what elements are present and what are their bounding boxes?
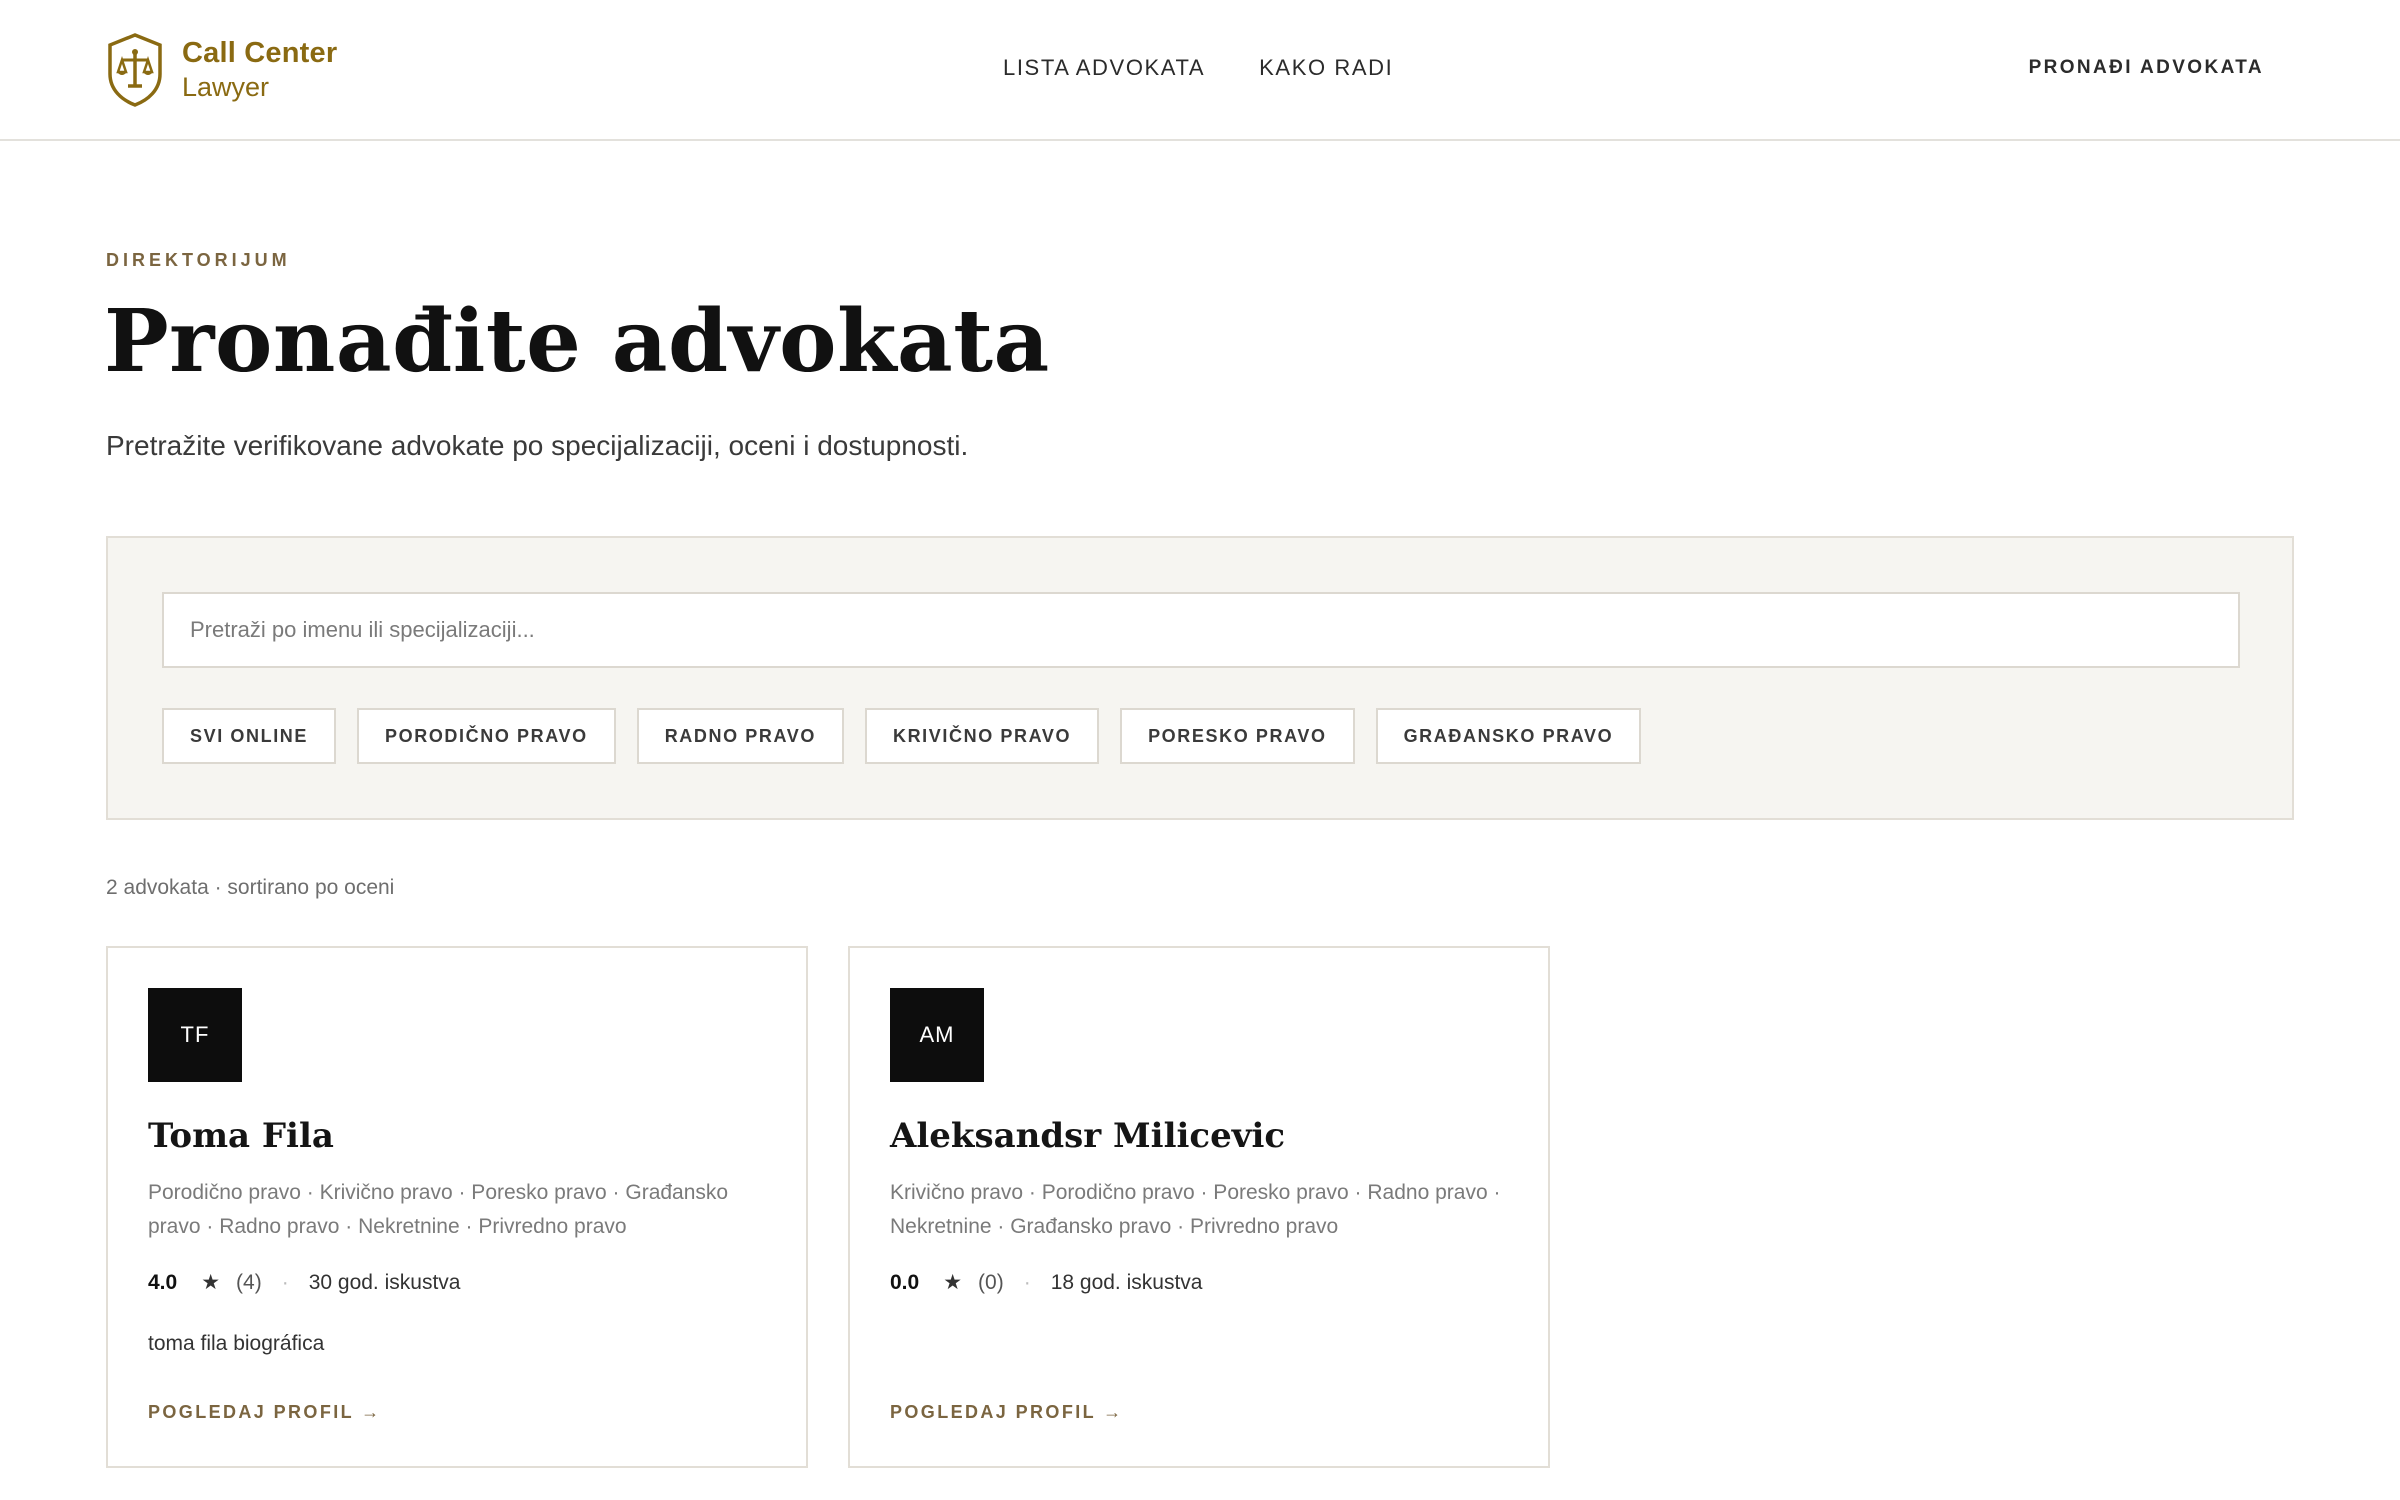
meta-separator: · xyxy=(281,1270,289,1294)
review-count: (0) xyxy=(978,1270,1004,1294)
scales-shield-icon xyxy=(108,33,162,107)
star-icon: ★ xyxy=(201,1271,221,1294)
site-header: Call Center Lawyer LISTA ADVOKATA KAKO R… xyxy=(0,0,2400,141)
filter-chips: SVI ONLINE PORODIČNO PRAVO RADNO PRAVO K… xyxy=(162,708,1662,764)
search-input[interactable] xyxy=(162,592,2240,668)
lawyer-meta: 0.0 ★ (0) · 18 god. iskustva xyxy=(890,1270,1202,1295)
nav-link-kako-radi[interactable]: KAKO RADI xyxy=(1259,54,1393,82)
rating-value: 4.0 xyxy=(148,1270,178,1294)
nav-link-lista-advokata[interactable]: LISTA ADVOKATA xyxy=(1003,54,1205,82)
find-lawyer-button[interactable]: PRONAĐI ADVOKATA xyxy=(2029,56,2264,80)
experience-years: 30 god. iskustva xyxy=(308,1270,461,1294)
search-panel: SVI ONLINE PORODIČNO PRAVO RADNO PRAVO K… xyxy=(106,536,2294,820)
page-title: Pronađite advokata xyxy=(104,291,1050,392)
main-nav: LISTA ADVOKATA KAKO RADI xyxy=(1003,54,1447,82)
filter-chip-svi-online[interactable]: SVI ONLINE xyxy=(162,708,337,764)
lawyer-name[interactable]: Aleksandsr Milicevic xyxy=(890,1116,1285,1156)
page-subtitle: Pretražite verifikovane advokate po spec… xyxy=(106,430,969,461)
lawyer-meta: 4.0 ★ (4) · 30 god. iskustva xyxy=(148,1270,460,1295)
lawyer-bio: toma fila biográfica xyxy=(148,1332,325,1355)
review-count: (4) xyxy=(236,1270,262,1294)
star-icon: ★ xyxy=(943,1271,963,1294)
filter-chip-gradjansko-pravo[interactable]: GRAĐANSKO PRAVO xyxy=(1375,708,1642,764)
lawyer-name[interactable]: Toma Fila xyxy=(148,1116,334,1156)
filter-chip-radno-pravo[interactable]: RADNO PRAVO xyxy=(636,708,844,764)
rating-value: 0.0 xyxy=(890,1270,920,1294)
lawyer-card[interactable]: AM Aleksandsr Milicevic Krivično pravo ·… xyxy=(848,946,1550,1468)
results-summary: 2 advokata · sortirano po oceni xyxy=(106,876,395,899)
filter-chip-poresko-pravo[interactable]: PORESKO PRAVO xyxy=(1120,708,1355,764)
brand-name-line1: Call Center xyxy=(182,37,338,69)
experience-years: 18 god. iskustva xyxy=(1050,1270,1203,1294)
avatar: TF xyxy=(148,988,242,1082)
lawyer-card[interactable]: TF Toma Fila Porodično pravo · Krivično … xyxy=(106,946,808,1468)
brand-logo[interactable]: Call Center Lawyer xyxy=(106,32,337,108)
meta-separator: · xyxy=(1023,1270,1031,1294)
filter-chip-porodicno-pravo[interactable]: PORODIČNO PRAVO xyxy=(357,708,616,764)
section-eyebrow: DIREKTORIJUM xyxy=(106,250,291,270)
view-profile-link[interactable]: POGLEDAJ PROFIL → xyxy=(148,1402,382,1423)
avatar: AM xyxy=(890,988,984,1082)
view-profile-link[interactable]: POGLEDAJ PROFIL → xyxy=(890,1402,1124,1423)
lawyer-specializations: Krivično pravo · Porodično pravo · Pores… xyxy=(890,1181,1501,1238)
filter-chip-krivicno-pravo[interactable]: KRIVIČNO PRAVO xyxy=(864,708,1100,764)
brand-name-line2: Lawyer xyxy=(182,72,270,102)
lawyer-specializations: Porodično pravo · Krivično pravo · Pores… xyxy=(148,1181,729,1238)
